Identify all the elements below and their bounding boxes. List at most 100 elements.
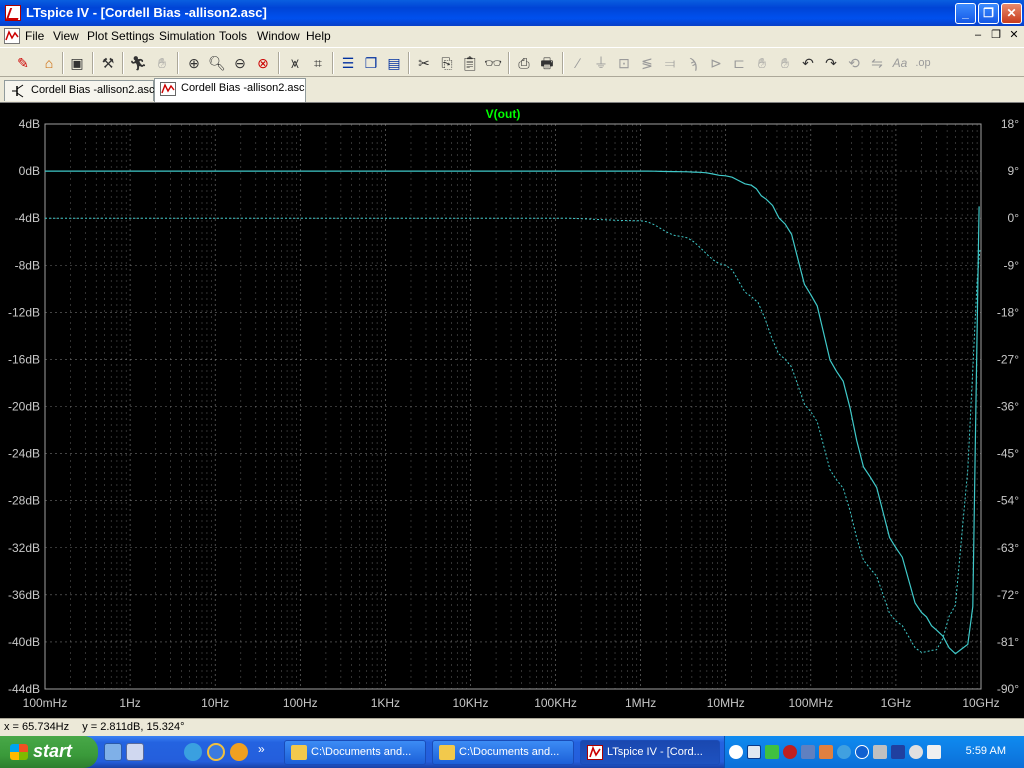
minimize-button[interactable]: _ <box>955 3 976 24</box>
move-icon[interactable]: ✋︎ <box>751 52 773 74</box>
task-ltspice[interactable]: LTspice IV - [Cord... <box>580 740 720 765</box>
save-icon[interactable]: ▣ <box>66 52 88 74</box>
drag-icon[interactable]: ✋︎ <box>774 52 796 74</box>
close-button[interactable]: ✕ <box>1001 3 1022 24</box>
tab-schematic[interactable]: Cordell Bias -allison2.asc <box>4 80 155 101</box>
menu-tools[interactable]: Tools <box>219 29 247 43</box>
zoom-area-icon[interactable]: 🔍︎ <box>206 52 228 74</box>
y2-tick-label: 18° <box>1001 117 1019 131</box>
task-label: C:\Documents and... <box>459 746 560 758</box>
maximize-button[interactable]: ❐ <box>978 3 999 24</box>
cursor-x-readout: x = 65.734Hz <box>4 721 70 733</box>
toolbar-separator <box>508 52 510 74</box>
mirror-icon[interactable]: ⇋ <box>866 52 888 74</box>
autorange-icon[interactable]: ⩙ <box>284 52 306 74</box>
tray-antivirus-icon[interactable] <box>783 745 797 759</box>
tray-update-icon[interactable] <box>819 745 833 759</box>
x-tick-label: 100MHz <box>788 696 833 710</box>
toolbar-separator <box>332 52 334 74</box>
tray-expand-icon[interactable] <box>729 745 743 759</box>
menu-window[interactable]: Window <box>257 29 300 43</box>
tray-clock-icon[interactable] <box>909 745 923 759</box>
menu-file[interactable]: File <box>25 29 44 43</box>
quicklaunch-tool-icon[interactable] <box>126 743 144 761</box>
show-desktop-icon[interactable] <box>104 743 122 761</box>
zoom-out-icon[interactable]: ⊖ <box>229 52 251 74</box>
mdi-close-button[interactable]: ✕ <box>1006 29 1022 43</box>
redo-icon[interactable]: ↷ <box>820 52 842 74</box>
tray-network-icon[interactable] <box>801 745 815 759</box>
rotate-icon[interactable]: ⟲ <box>843 52 865 74</box>
start-button[interactable]: start <box>0 736 98 768</box>
y-tick-label: 0dB <box>19 164 40 178</box>
control-panel-icon[interactable]: ⚒ <box>97 52 119 74</box>
mdi-restore-button[interactable]: ❐ <box>988 29 1004 43</box>
y2-tick-label: -45° <box>997 447 1019 461</box>
cascade-icon[interactable]: ❐ <box>360 52 382 74</box>
paste-icon[interactable]: 📋︎ <box>459 52 481 74</box>
toolbar-separator <box>92 52 94 74</box>
wire-icon[interactable]: ∕ <box>567 52 589 74</box>
print-setup-icon[interactable]: ⎙ <box>513 52 535 74</box>
y-tick-label: -36dB <box>8 588 40 602</box>
task-folder-2[interactable]: C:\Documents and... <box>432 740 574 765</box>
ltspice-app-icon[interactable] <box>5 5 21 21</box>
task-folder-1[interactable]: C:\Documents and... <box>284 740 426 765</box>
x-tick-label: 10GHz <box>962 696 999 710</box>
undo-icon[interactable]: ↶ <box>797 52 819 74</box>
mdi-minimize-button[interactable]: – <box>970 29 986 43</box>
diode-icon[interactable]: ⊳ <box>705 52 727 74</box>
component-icon[interactable]: ⊏ <box>728 52 750 74</box>
tab-waveform[interactable]: Cordell Bias -allison2.asc <box>154 78 306 102</box>
waveform-icon <box>160 82 176 96</box>
firefox-icon[interactable] <box>230 743 248 761</box>
y2-tick-label: -54° <box>997 494 1019 508</box>
tile-vertical-icon[interactable]: ▤ <box>383 52 405 74</box>
print-icon[interactable]: 🖶︎ <box>536 52 558 74</box>
ground-icon[interactable]: ⏚ <box>590 52 612 74</box>
tray-vmware-icon[interactable] <box>747 745 761 759</box>
tray-app-icon[interactable] <box>765 745 779 759</box>
new-schematic-icon[interactable]: ✎ <box>12 52 34 74</box>
capacitor-icon[interactable]: ⫤ <box>659 52 681 74</box>
volume-icon[interactable] <box>927 745 941 759</box>
tray-device-icon[interactable] <box>873 745 887 759</box>
quicklaunch-more-icon[interactable]: » <box>258 742 265 756</box>
y-tick-label: 4dB <box>19 117 40 131</box>
zoom-fit-icon[interactable]: ⊗ <box>252 52 274 74</box>
x-tick-label: 100mHz <box>23 696 68 710</box>
folder-icon <box>291 745 307 760</box>
pan-icon[interactable]: ✋︎ <box>151 52 173 74</box>
label-net-icon[interactable]: ⊡ <box>613 52 635 74</box>
zoom-in-icon[interactable]: ⊕ <box>183 52 205 74</box>
open-icon[interactable]: ⌂ <box>38 52 60 74</box>
bode-plot[interactable]: 4dB 0dB -4dB -8dB -12dB -16dB -20dB -24dB -28dB -… <box>0 103 1024 719</box>
menu-help[interactable]: Help <box>306 29 331 43</box>
find-icon[interactable]: 👓︎ <box>482 52 504 74</box>
resistor-icon[interactable]: ≶ <box>636 52 658 74</box>
tray-display-icon[interactable] <box>891 745 905 759</box>
bluetooth-icon[interactable] <box>855 745 869 759</box>
menu-simulation[interactable]: Simulation <box>159 29 215 43</box>
cut-icon[interactable]: ✂ <box>413 52 435 74</box>
copy-icon[interactable]: ⎘ <box>436 52 458 74</box>
toolbar-separator <box>122 52 124 74</box>
waveform-viewer[interactable]: 4dB 0dB -4dB -8dB -12dB -16dB -20dB -24dB -28dB -… <box>0 102 1024 719</box>
menu-plot-settings[interactable]: Plot Settings <box>87 29 154 43</box>
inductor-icon[interactable]: ϡ <box>682 52 704 74</box>
window-title: LTspice IV - [Cordell Bias -allison2.asc… <box>26 5 267 20</box>
run-icon[interactable]: 🏃︎ <box>127 52 149 74</box>
grid-icon[interactable]: ⌗ <box>307 52 329 74</box>
tile-horizontal-icon[interactable]: ☰ <box>337 52 359 74</box>
tray-messenger-icon[interactable] <box>837 745 851 759</box>
waveform-doc-icon[interactable] <box>4 28 20 44</box>
text-icon[interactable]: Aa <box>889 52 911 74</box>
y-tick-label: -32dB <box>8 541 40 555</box>
internet-explorer-icon[interactable] <box>207 743 225 761</box>
spice-directive-icon[interactable]: .op <box>912 52 934 74</box>
y-tick-label: -4dB <box>15 211 40 225</box>
tab-label: Cordell Bias -allison2.asc <box>181 82 305 94</box>
menu-view[interactable]: View <box>53 29 79 43</box>
y2-tick-label: 0° <box>1008 211 1020 225</box>
windows-media-icon[interactable] <box>184 743 202 761</box>
